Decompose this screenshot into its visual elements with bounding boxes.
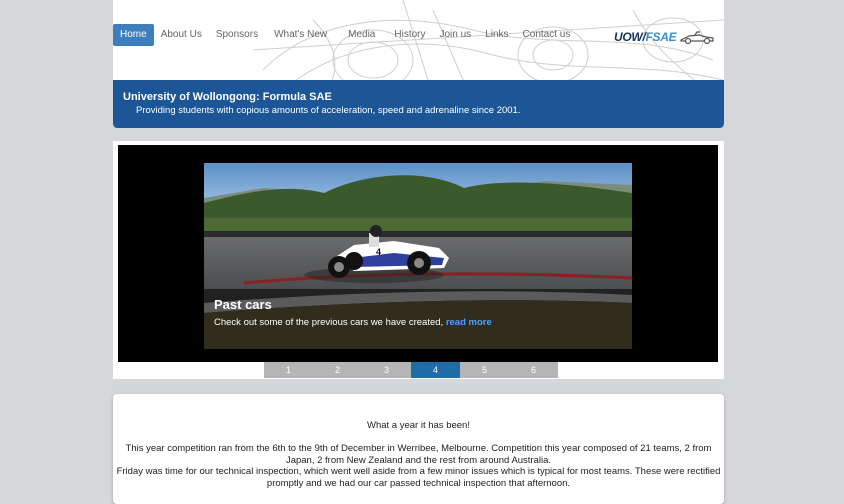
nav-links[interactable]: Links [478,24,515,46]
site-banner: University of Wollongong: Formula SAE Pr… [113,80,724,128]
article-paragraph-1: This year competition ran from the 6th t… [125,443,712,466]
pager-button-1[interactable]: 1 [264,362,313,378]
caption-text: Check out some of the previous cars we h… [214,317,492,328]
nav-about-us[interactable]: About Us [154,24,209,46]
nav-home[interactable]: Home [113,24,154,46]
nav-media[interactable]: Media [336,24,387,46]
nav-contact-us[interactable]: Contact us [516,24,578,46]
nav-join-us[interactable]: Join us [433,24,479,46]
nav-history[interactable]: History [387,24,432,46]
read-more-link[interactable]: read more [446,317,492,328]
site-header: Home About Us Sponsors What's New Media … [113,0,724,128]
uow-fsae-logo[interactable]: UOW/FSAE [614,24,720,50]
slider-frame: 4 Past cars Check out some of the previo… [118,145,718,362]
news-article: What a year it has been! This year compe… [113,394,724,504]
slide-image[interactable]: 4 Past cars Check out some of the previo… [204,163,632,349]
pager-button-2[interactable]: 2 [313,362,362,378]
slide-caption: Past cars Check out some of the previous… [204,289,632,349]
nav-sponsors[interactable]: Sponsors [209,24,265,46]
nav-whats-new[interactable]: What's New [265,24,336,46]
image-slider: 4 Past cars Check out some of the previo… [113,141,724,379]
site-title: University of Wollongong: Formula SAE [123,91,332,103]
logo-text: UOW/FSAE [614,30,677,44]
pager-button-5[interactable]: 5 [460,362,509,378]
main-nav: Home About Us Sponsors What's New Media … [113,24,577,46]
site-tagline: Providing students with copious amounts … [136,105,521,116]
article-heading: What a year it has been! [367,420,470,431]
pager-button-6[interactable]: 6 [509,362,558,378]
slider-pager: 1 2 3 4 5 6 [264,362,558,378]
race-car-outline-icon [680,31,714,45]
pager-button-4[interactable]: 4 [411,362,460,378]
pager-button-3[interactable]: 3 [362,362,411,378]
svg-text:4: 4 [376,247,381,257]
caption-title: Past cars [214,297,272,312]
